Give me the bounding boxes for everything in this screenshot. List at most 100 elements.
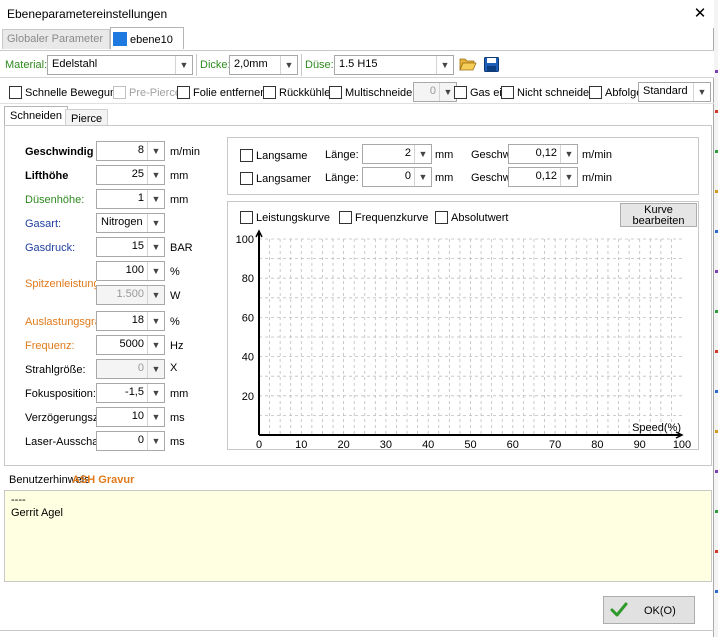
geschwindigkeit-input[interactable]: 8 ▼ <box>96 141 165 161</box>
schnelle-bewegung-checkbox[interactable]: Schnelle Bewegung <box>9 86 122 99</box>
y-tick-label: 40 <box>242 352 254 364</box>
checkbox-box <box>113 86 126 99</box>
multischneider-checkbox[interactable]: Multischneider <box>329 86 416 99</box>
dicke-value: 2,0mm <box>234 58 268 70</box>
verzoegerung-label: Verzögerungsz <box>25 412 96 424</box>
chevron-down-icon: ▼ <box>147 432 164 450</box>
langsamer-gesch-input[interactable]: 0,12 ▼ <box>508 167 578 187</box>
folie-entfernen-label: Folie entfernen <box>193 87 267 99</box>
checkbox-box <box>435 211 448 224</box>
langsame-gesch-input[interactable]: 0,12 ▼ <box>508 144 578 164</box>
absolutwert-checkbox[interactable]: Absolutwert <box>435 211 508 224</box>
lifthoehe-input[interactable]: 25 ▼ <box>96 165 165 185</box>
notes-line: ---- <box>11 494 26 506</box>
x-axis-label: Speed(%) <box>632 422 681 434</box>
duese-select[interactable]: 1.5 H15 ▼ <box>334 55 454 75</box>
kurve-bearbeiten-button[interactable]: Kurve bearbeiten <box>620 203 697 227</box>
rueckkuehler-checkbox[interactable]: Rückkühler <box>263 86 334 99</box>
notes-line: Gerrit Agel <box>11 507 63 519</box>
frequenzkurve-checkbox[interactable]: Frequenzkurve <box>339 211 428 224</box>
toolbar: Material: Edelstahl ▼ Dicke: 2,0mm ▼ Düs… <box>0 50 714 78</box>
close-icon[interactable]: ✕ <box>690 4 710 24</box>
tab-pierce-label: Pierce <box>71 113 103 125</box>
chevron-down-icon: ▼ <box>414 145 431 163</box>
langsame-checkbox[interactable]: Langsame <box>240 149 307 162</box>
fokusposition-input[interactable]: -1,5 ▼ <box>96 383 165 403</box>
laser-ausschalt-input[interactable]: 0 ▼ <box>96 431 165 451</box>
abfolge-select[interactable]: Standard ▼ <box>638 82 711 102</box>
folie-entfernen-checkbox[interactable]: Folie entfernen <box>177 86 266 99</box>
laser-ausschalt-label: Laser-Ausscha <box>25 436 96 448</box>
dicke-select[interactable]: 2,0mm ▼ <box>229 55 298 75</box>
frequenz-input[interactable]: 5000 ▼ <box>96 335 165 355</box>
duesenhoehe-value: 1 <box>137 192 144 204</box>
options-bar: Schnelle Bewegung Pre-Pierce Folie entfe… <box>0 80 714 104</box>
strahlgroesse-value: 0 <box>137 362 144 374</box>
spitzenleistung-watt-unit: W <box>170 290 181 302</box>
langsame-laenge-label: Länge: <box>325 149 359 161</box>
gasart-select[interactable]: Nitrogen ▼ <box>96 213 165 233</box>
strahlgroesse-label: Strahlgröße: <box>25 364 86 376</box>
abfolge-checkbox[interactable]: Abfolge <box>589 86 642 99</box>
kurve-bearbeiten-line2: bearbeiten <box>632 215 685 227</box>
material-value: Edelstahl <box>52 58 98 70</box>
x-tick-label: 60 <box>507 439 519 450</box>
langsame-gesch-value: 0,12 <box>535 147 557 159</box>
gasdruck-label: Gasdruck: <box>25 242 76 254</box>
spitzenleistung-percent-value: 100 <box>125 264 144 276</box>
verzoegerung-unit: ms <box>170 412 185 424</box>
strahlgroesse-input[interactable]: 0 ▼ <box>96 359 165 379</box>
tab-schneiden[interactable]: Schneiden <box>4 106 68 125</box>
multischneider-label: Multischneider <box>345 87 416 99</box>
x-tick-label: 10 <box>295 439 307 450</box>
spitzenleistung-percent-input[interactable]: 100 ▼ <box>96 261 165 281</box>
tab-ebene10[interactable]: ebene10 <box>110 27 184 49</box>
checkmark-icon <box>610 602 628 617</box>
frequenzkurve-label: Frequenzkurve <box>355 212 429 224</box>
gasart-value: Nitrogen <box>101 216 143 228</box>
spitzenleistung-label: Spitzenleistung: <box>25 278 96 290</box>
ok-button[interactable]: OK(O) <box>603 596 695 624</box>
nicht-schneiden-checkbox[interactable]: Nicht schneiden <box>501 86 595 99</box>
ok-button-label: OK(O) <box>644 605 676 617</box>
x-tick-label: 70 <box>549 439 561 450</box>
fokusposition-unit: mm <box>170 388 189 400</box>
frequenz-value: 5000 <box>119 338 144 350</box>
leistungskurve-checkbox[interactable]: Leistungskurve <box>240 211 330 224</box>
gas-ein-checkbox[interactable]: Gas ein <box>454 86 508 99</box>
gasdruck-value: 15 <box>131 240 144 252</box>
tab-schneiden-label: Schneiden <box>10 110 62 122</box>
gasdruck-input[interactable]: 15 ▼ <box>96 237 165 257</box>
chevron-down-icon: ▼ <box>560 145 577 163</box>
langsame-laenge-value: 2 <box>404 147 411 159</box>
checkbox-box <box>240 172 253 185</box>
folder-open-icon[interactable] <box>459 57 477 71</box>
langsame-gesch-unit: m/min <box>582 149 612 161</box>
fokusposition-label: Fokusposition: <box>25 388 96 400</box>
auslastungsgrad-input[interactable]: 18 ▼ <box>96 311 165 331</box>
langsamer-label: Langsamer <box>256 173 312 185</box>
langsamer-checkbox[interactable]: Langsamer <box>240 172 311 185</box>
chevron-down-icon: ▼ <box>147 142 164 160</box>
nicht-schneiden-label: Nicht schneiden <box>517 87 596 99</box>
save-icon[interactable] <box>484 57 499 72</box>
spitzenleistung-watt-input[interactable]: 1.500 ▼ <box>96 285 165 305</box>
langsame-laenge-input[interactable]: 2 ▼ <box>362 144 432 164</box>
abfolge-value: Standard <box>643 85 688 97</box>
multischneider-count[interactable]: 0 ▼ <box>413 82 457 102</box>
duesenhoehe-input[interactable]: 1 ▼ <box>96 189 165 209</box>
checkbox-box <box>9 86 22 99</box>
chevron-down-icon: ▼ <box>147 408 164 426</box>
benutzerhinweis-textarea[interactable]: ---- Gerrit Agel <box>4 490 712 582</box>
material-select[interactable]: Edelstahl ▼ <box>47 55 193 75</box>
chevron-down-icon: ▼ <box>147 190 164 208</box>
dicke-label: Dicke: <box>200 59 231 71</box>
langsamer-laenge-input[interactable]: 0 ▼ <box>362 167 432 187</box>
verzoegerung-input[interactable]: 10 ▼ <box>96 407 165 427</box>
pre-pierce-label: Pre-Pierce <box>129 87 181 99</box>
tab-globaler-parameter[interactable]: Globaler Parameter <box>2 29 110 49</box>
chevron-down-icon: ▼ <box>147 214 164 232</box>
pre-pierce-checkbox[interactable]: Pre-Pierce <box>113 86 181 99</box>
chevron-down-icon: ▼ <box>693 83 710 101</box>
y-tick-label: 100 <box>236 234 254 246</box>
